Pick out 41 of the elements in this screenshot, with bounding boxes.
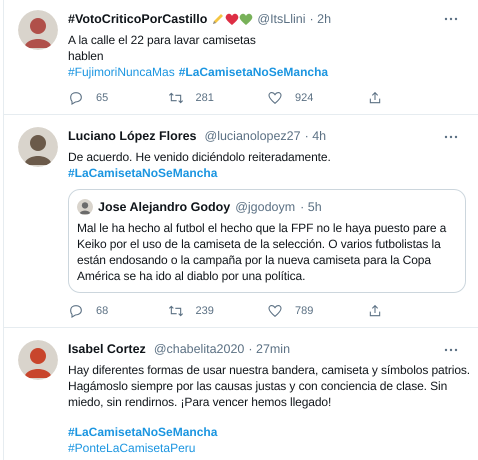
handle[interactable]: @lucianolopez27 xyxy=(204,127,301,146)
display-name: Jose Alejandro Godoy xyxy=(98,199,230,216)
handle: @jgodoym xyxy=(235,199,296,216)
avatar[interactable] xyxy=(18,10,58,50)
count: 789 xyxy=(295,304,314,319)
pencil-icon xyxy=(211,12,226,26)
quoted-tweet[interactable] xyxy=(68,189,466,293)
count: 239 xyxy=(196,304,214,319)
more-icon[interactable] xyxy=(444,134,458,139)
avatar[interactable] xyxy=(18,340,58,380)
like-icon[interactable] xyxy=(267,303,283,319)
more-icon[interactable] xyxy=(444,348,458,352)
handle[interactable]: @chabelita2020 xyxy=(154,340,244,359)
hashtag-link[interactable]: #LaCamisetaNoSeMancha xyxy=(68,424,218,440)
timestamp[interactable]: · 27min xyxy=(248,340,290,359)
tweet-text: Mal le ha hecho al futbol el hecho que la FPF no le haya puesto pare a Keiko por el uso de la camiseta de la selección. O varios futbolistas la están endosando o la campaña por la nueva camiseta para la Copa América se ha ido al diablo por una política. xyxy=(77,220,448,284)
reply-icon[interactable] xyxy=(68,303,84,319)
handle[interactable]: @ItsLlini xyxy=(257,10,306,29)
avatar[interactable] xyxy=(77,199,93,216)
more-icon[interactable] xyxy=(444,17,458,22)
tweet-text: De acuerdo. He venido diciéndolo reiteradamente. xyxy=(68,149,332,165)
timestamp[interactable]: · 2h xyxy=(310,10,332,29)
display-name[interactable]: #VotoCriticoPorCastillo xyxy=(68,10,208,29)
hashtag-link[interactable]: #LaCamisetaNoSeMancha xyxy=(68,165,218,181)
avatar[interactable] xyxy=(18,127,58,168)
like-icon[interactable] xyxy=(267,90,283,106)
hashtag-link[interactable]: #LaCamisetaNoSeMancha xyxy=(178,64,328,80)
timestamp: · 5h xyxy=(300,199,322,216)
count: 68 xyxy=(96,304,108,319)
count: 924 xyxy=(295,90,314,106)
reply-icon[interactable] xyxy=(68,90,84,106)
hashtag-link[interactable]: #FujimoriNuncaMas xyxy=(68,64,175,80)
retweet-icon[interactable] xyxy=(168,303,184,319)
retweet-icon[interactable] xyxy=(168,90,184,106)
hashtag-link[interactable]: #PonteLaCamisetaPeru xyxy=(68,440,196,456)
display-name[interactable]: Luciano López Flores xyxy=(68,127,196,146)
count: 65 xyxy=(96,90,108,106)
display-name[interactable]: Isabel Cortez xyxy=(68,340,146,359)
count: 281 xyxy=(196,90,214,106)
timestamp[interactable]: · 4h xyxy=(304,127,326,146)
tweet-text: A la calle el 22 para lavar camisetas hablen xyxy=(68,32,257,64)
